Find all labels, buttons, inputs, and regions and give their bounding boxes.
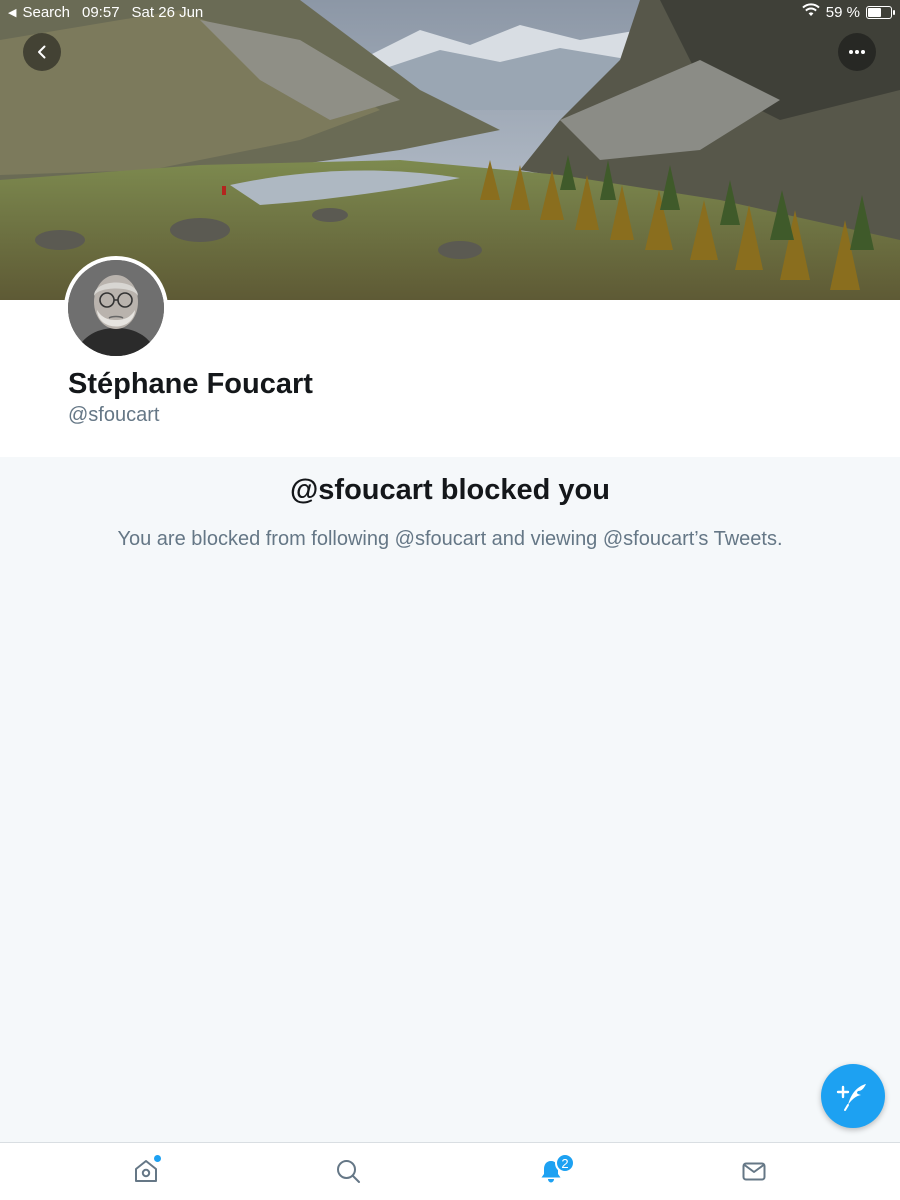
tab-messages[interactable]: [738, 1155, 770, 1187]
back-arrow-icon: [38, 45, 46, 59]
notifications-badge: 2: [555, 1153, 575, 1173]
search-icon: [337, 1160, 360, 1183]
display-name: Stéphane Foucart: [68, 368, 313, 400]
mail-icon: [742, 1162, 766, 1181]
tab-notifications[interactable]: 2: [535, 1153, 575, 1187]
status-date: Sat 26 Jun: [131, 3, 204, 21]
back-button[interactable]: [23, 33, 61, 71]
blocked-description: You are blocked from following @sfoucart…: [117, 528, 783, 550]
avatar[interactable]: [64, 256, 168, 360]
return-to-app[interactable]: ◀ Search: [8, 4, 70, 21]
compose-tweet-button[interactable]: [821, 1064, 885, 1128]
tab-home[interactable]: [130, 1155, 162, 1187]
tab-bar: 2: [0, 1142, 900, 1200]
blocked-title: @sfoucart blocked you: [290, 474, 610, 506]
return-app-label: Search: [22, 3, 70, 21]
home-icon: [135, 1160, 157, 1182]
handle: @sfoucart: [68, 404, 160, 426]
profile-banner[interactable]: [0, 0, 900, 300]
return-triangle-icon: ◀: [8, 6, 17, 19]
battery-percent: 59 %: [825, 3, 860, 21]
compose-icon: [836, 1084, 866, 1111]
more-icon: [849, 50, 865, 54]
wifi-icon: [802, 3, 820, 21]
home-unread-dot: [154, 1155, 161, 1162]
status-time: 09:57: [82, 3, 120, 21]
battery-icon: [866, 5, 895, 19]
more-options-button[interactable]: [838, 33, 876, 71]
status-bar: ◀ Search 09:57 Sat 26 Jun 59 %: [0, 0, 900, 24]
tab-search[interactable]: [332, 1155, 364, 1187]
battery-level: [868, 7, 881, 17]
